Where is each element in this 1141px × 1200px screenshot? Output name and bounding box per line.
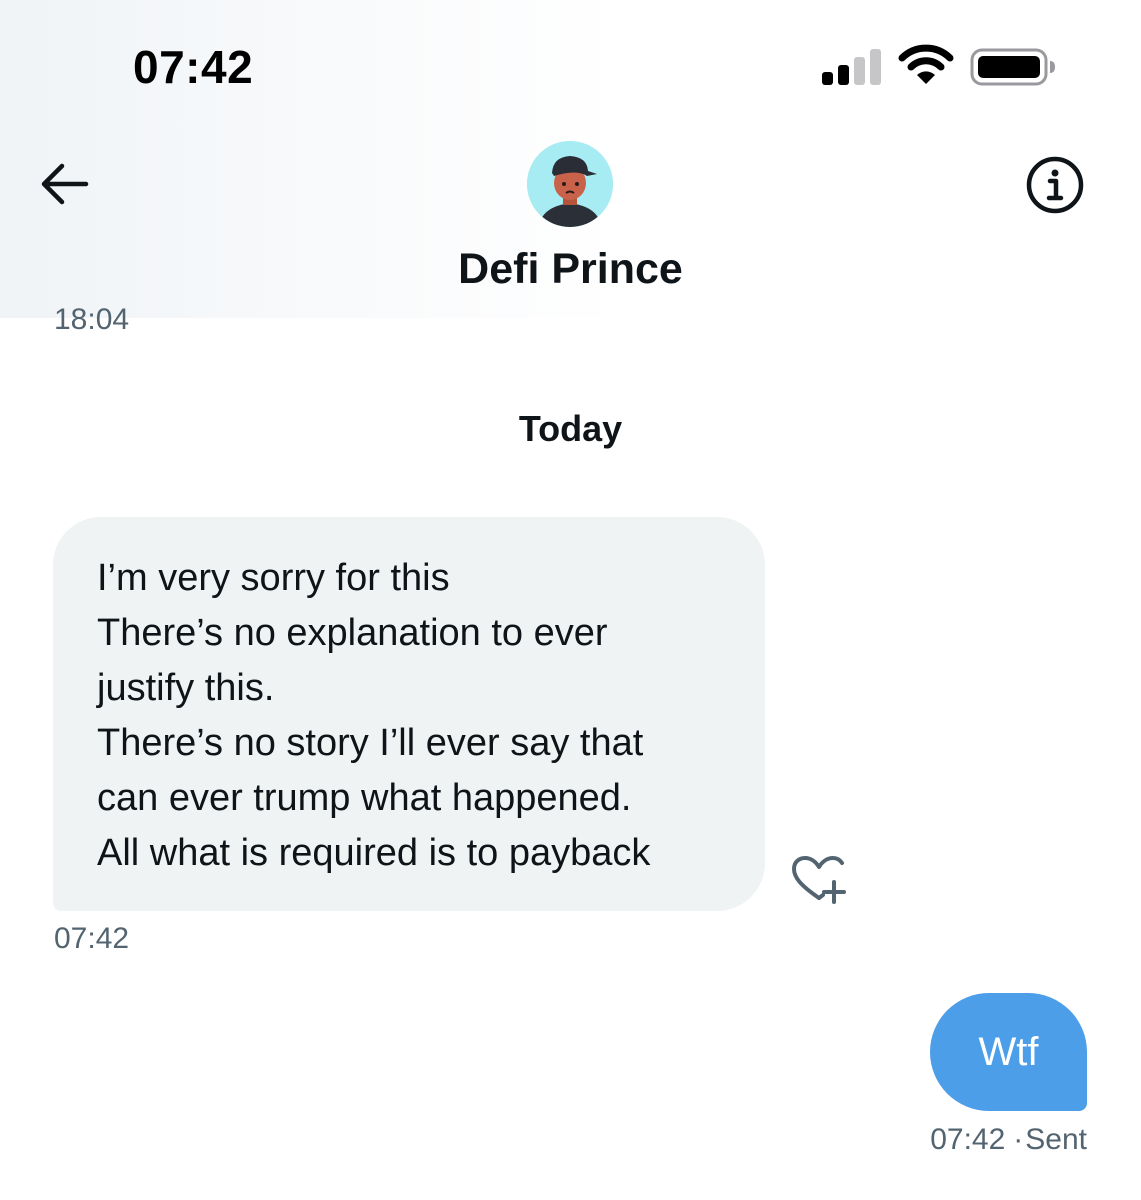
- day-separator: Today: [518, 408, 623, 449]
- message-line: justify this.: [97, 667, 275, 709]
- cellular-signal-icon: [822, 49, 881, 85]
- back-arrow-icon[interactable]: [36, 160, 94, 208]
- info-circle-icon[interactable]: [1024, 154, 1086, 216]
- status-bar-time: 07:42: [133, 41, 254, 93]
- contact-name[interactable]: Defi Prince: [0, 245, 1141, 294]
- message-line: There’s no explanation to ever: [97, 612, 608, 654]
- heart-plus-icon[interactable]: [790, 854, 848, 906]
- previous-message-timestamp: 18:04: [54, 304, 129, 332]
- outgoing-message-text: Wtf: [978, 1030, 1039, 1074]
- delivery-status: Sent: [1025, 1123, 1087, 1156]
- outgoing-message-bubble[interactable]: Wtf: [930, 993, 1087, 1111]
- incoming-message-bubble[interactable]: I’m very sorry for this There’s no expla…: [53, 517, 765, 911]
- contact-avatar[interactable]: [527, 141, 613, 227]
- outgoing-message-time: 07:42: [930, 1123, 1006, 1156]
- incoming-message-time: 07:42: [54, 922, 130, 955]
- previous-timestamp-text: 18:04: [54, 304, 130, 332]
- message-line: All what is required is to payback: [97, 832, 651, 874]
- message-line: There’s no story I’ll ever say that: [97, 722, 644, 764]
- message-line: I’m very sorry for this: [97, 557, 450, 599]
- outgoing-message-meta: 07:42 ·Sent: [930, 1123, 1087, 1157]
- battery-icon: [970, 48, 1055, 86]
- wifi-icon: [898, 44, 954, 84]
- meta-separator: ·: [1013, 1123, 1024, 1156]
- message-line: can ever trump what happened.: [97, 777, 632, 819]
- avatar-illustration-icon: [527, 141, 613, 227]
